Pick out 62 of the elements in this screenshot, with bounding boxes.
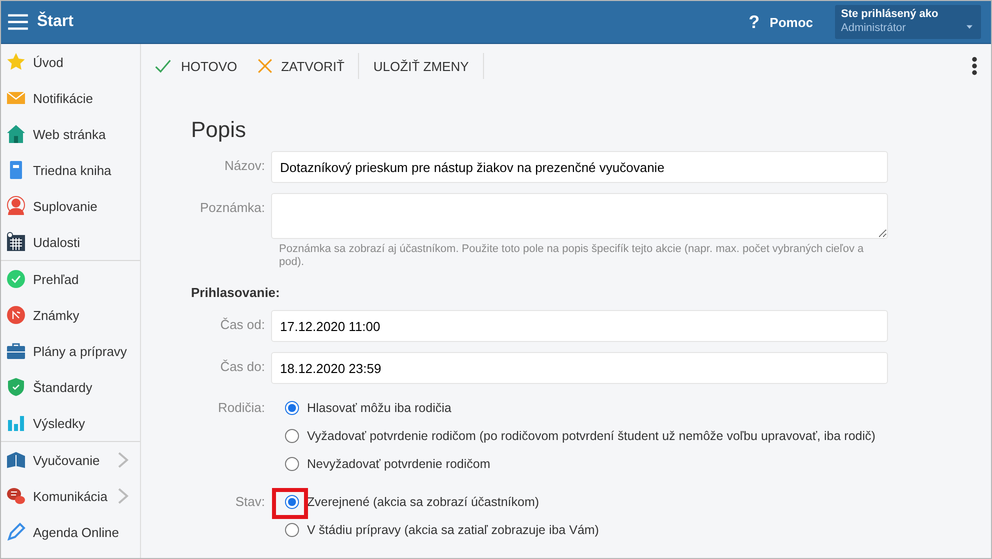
field-label: Poznámka: <box>198 199 266 217</box>
option-label[interactable]: Zverejnené (akcia sa zobrazí účastníkom) <box>307 495 540 509</box>
sidebar-item[interactable]: Známky <box>1 297 140 333</box>
help-icon[interactable]: ? <box>748 12 760 32</box>
close-icon <box>257 58 274 74</box>
user-role: Administrátor <box>841 22 906 34</box>
radio-button[interactable] <box>285 401 299 415</box>
close-button[interactable]: ZATVORIŤ <box>247 53 354 79</box>
sidebar-item[interactable]: Výsledky <box>1 405 140 441</box>
star-icon <box>6 52 26 72</box>
input-field[interactable] <box>271 193 888 239</box>
option-label[interactable]: V štádiu prípravy (akcia sa zatiaľ zobrazuje iba Vám) <box>307 523 599 537</box>
sidebar-item[interactable]: Web stránka <box>1 116 140 152</box>
radio-button[interactable] <box>285 495 299 509</box>
field-label: Čas do: <box>219 358 266 376</box>
check-circle-icon <box>6 269 26 289</box>
section-title: Popis <box>191 117 248 143</box>
section-heading: Prihlasovanie: <box>191 285 281 300</box>
hint-text: Poznámka sa zobrazí aj účastníkom. Použite toto pole na popis špecifík tejto akcie (napr. max. počet vybraných cieľov a pod). <box>278 242 865 269</box>
briefcase-icon <box>6 341 26 361</box>
sidebar-item[interactable]: Plány a prípravy <box>1 333 140 369</box>
shield-icon <box>6 377 26 397</box>
option-label[interactable]: Nevyžadovať potvrdenie rodičom <box>307 457 490 471</box>
sidebar-item[interactable]: Triedna kniha <box>1 152 140 188</box>
save-button[interactable]: ULOŽIŤ ZMENY <box>363 53 479 79</box>
sidebar-item[interactable]: Komunikácia <box>1 478 140 514</box>
sidebar-item[interactable]: Úvod <box>1 44 140 80</box>
more-options-icon <box>972 57 977 75</box>
field-label: Rodičia: <box>217 399 266 417</box>
person-icon <box>6 196 26 216</box>
sidebar-item[interactable]: Agenda Online <box>1 514 140 550</box>
house-icon <box>6 124 26 144</box>
option-label[interactable]: Vyžadovať potvrdenie rodičom (po rodičovom potvrdení študent už nemôže voľbu upravovať, iba rodič) <box>307 429 876 443</box>
sidebar-item[interactable]: Suplovanie <box>1 188 140 224</box>
help-link[interactable]: Pomoc <box>770 14 813 30</box>
field-label: Čas od: <box>219 316 266 334</box>
checkmark-icon <box>153 58 173 74</box>
sidebar-item[interactable]: Štandardy <box>1 369 140 405</box>
field-label: Stav: <box>234 493 266 511</box>
done-button[interactable]: HOTOVO <box>143 53 248 79</box>
bar-chart-icon <box>6 413 26 433</box>
radio-button[interactable] <box>285 429 299 443</box>
user-caption: Ste prihlásený ako <box>841 8 940 20</box>
input-field[interactable]: 18.12.2020 23:59 <box>271 352 888 384</box>
chat-icon <box>6 486 26 506</box>
caret-icon <box>965 24 974 30</box>
sidebar-item[interactable]: Udalosti <box>1 224 140 260</box>
sidebar-item[interactable]: Vyučovanie <box>1 442 140 478</box>
sidebar-item[interactable]: Prehľad <box>1 261 140 297</box>
input-field[interactable]: Dotazníkový prieskum pre nástup žiakov na prezenčné vyučovanie <box>271 151 888 183</box>
input-field[interactable]: 17.12.2020 11:00 <box>271 310 888 342</box>
book-icon <box>6 450 26 470</box>
calendar-icon <box>6 232 26 252</box>
radio-button[interactable] <box>285 523 299 537</box>
pen-icon <box>6 522 26 542</box>
user-menu[interactable]: Ste prihlásený ako Administrátor <box>835 5 981 39</box>
option-label[interactable]: Hlasovať môžu iba rodičia <box>307 401 452 415</box>
sidebar-item[interactable]: Notifikácie <box>1 80 140 116</box>
radio-button[interactable] <box>285 457 299 471</box>
grade-circle-icon <box>6 305 26 325</box>
page-title: Štart <box>37 13 74 31</box>
field-label: Názov: <box>224 157 266 175</box>
